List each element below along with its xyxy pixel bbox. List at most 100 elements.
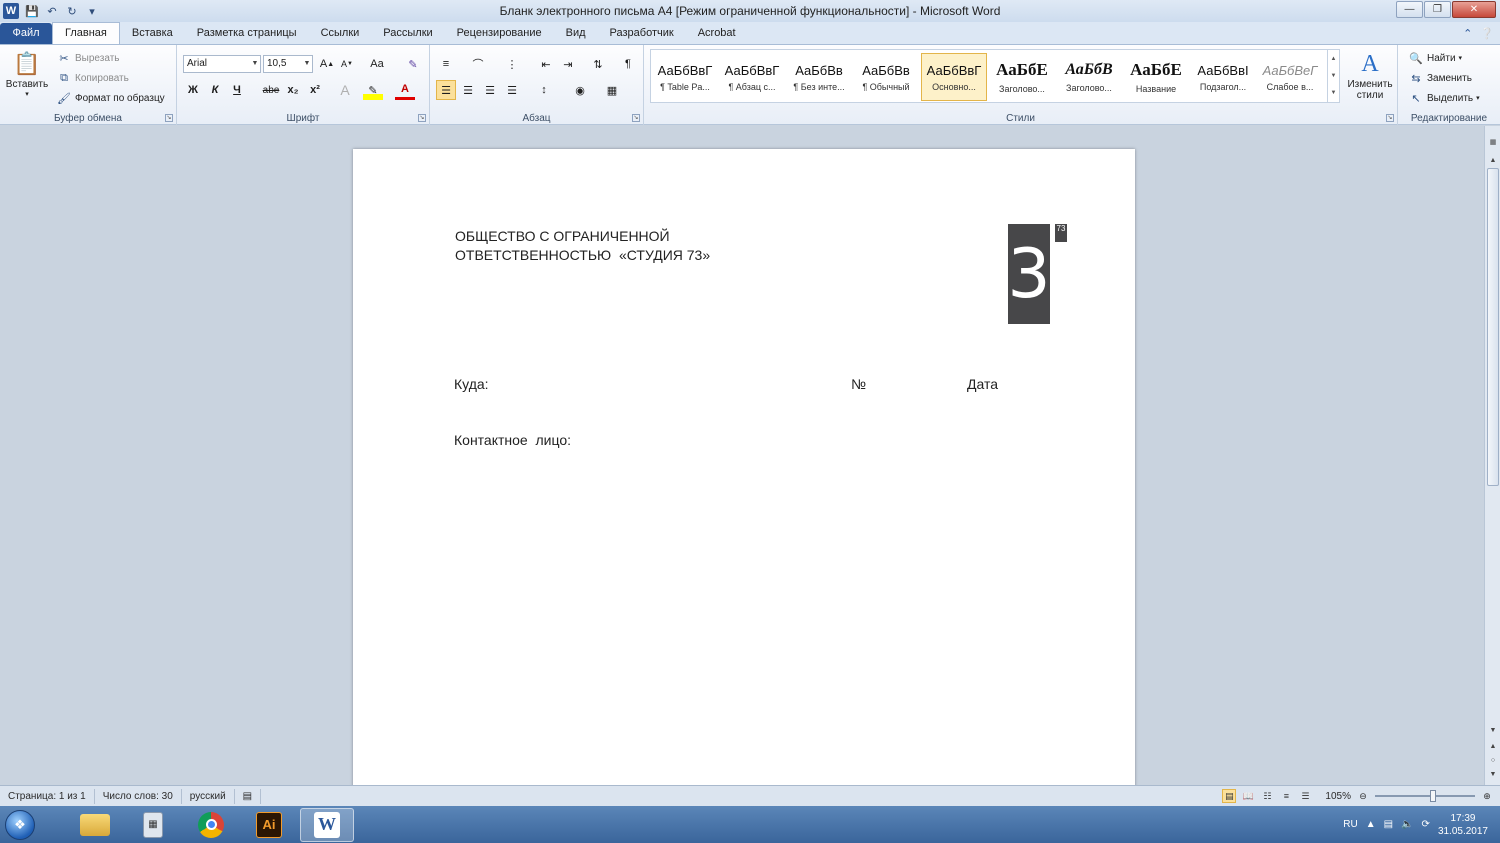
zoom-in-icon[interactable]: ⊕ — [1480, 789, 1494, 803]
style-normal[interactable]: АаБбВв ¶ Обычный — [853, 53, 919, 101]
style-no-spacing[interactable]: АаБбВв ¶ Без инте... — [786, 53, 852, 101]
styles-launcher-icon[interactable]: ↘ — [1386, 114, 1394, 122]
find-button[interactable]: 🔍 Найти ▾ — [1408, 50, 1462, 66]
style-heading-2[interactable]: АаБбВ Заголово... — [1056, 53, 1122, 101]
show-hidden-icons-icon[interactable]: ▲ — [1366, 819, 1376, 830]
document-page[interactable]: ОБЩЕСТВО С ОГРАНИЧЕННОЙ ОТВЕТСТВЕННОСТЬЮ… — [353, 149, 1135, 789]
pilcrow-icon[interactable]: ¶ — [618, 54, 638, 74]
subscript-button[interactable]: x₂ — [283, 80, 303, 100]
chevron-down-icon[interactable]: ▼ — [1331, 73, 1337, 79]
ribbon-minimize-icon[interactable]: ⌃ — [1463, 27, 1472, 40]
to-label[interactable]: Куда: — [454, 376, 489, 392]
taskbar-calculator[interactable]: ▦ — [126, 808, 180, 842]
network-icon[interactable]: ▤ — [1384, 819, 1393, 830]
strikethrough-button[interactable]: abe — [261, 80, 281, 100]
full-screen-reading-icon[interactable]: 📖 — [1241, 789, 1255, 803]
word-app-icon[interactable]: W — [3, 3, 19, 19]
clipboard-launcher-icon[interactable]: ↘ — [165, 114, 173, 122]
taskbar-word[interactable]: W — [300, 807, 354, 842]
tab-view[interactable]: Вид — [554, 23, 598, 44]
bullets-icon[interactable]: ≡ — [436, 54, 456, 74]
update-icon[interactable]: ⟳ — [1422, 819, 1430, 830]
style-subtitle[interactable]: АаБбВвІ Подзагол... — [1190, 53, 1256, 101]
zoom-slider-knob[interactable] — [1430, 790, 1436, 802]
italic-button[interactable]: К — [205, 80, 225, 100]
chevron-down-icon[interactable]: ▼ — [1487, 724, 1499, 736]
web-layout-icon[interactable]: ☷ — [1260, 789, 1274, 803]
word-count[interactable]: Число слов: 30 — [95, 788, 182, 804]
multilevel-list-icon[interactable]: ⋮ — [502, 54, 522, 74]
grow-font-button[interactable]: A ▲ — [317, 54, 337, 74]
redo-icon[interactable]: ↻ — [65, 4, 79, 18]
font-launcher-icon[interactable]: ↘ — [418, 114, 426, 122]
style-body-text[interactable]: АаБбВвГ Основно... — [921, 53, 987, 101]
clear-formatting-icon[interactable]: ✎ — [403, 54, 423, 74]
change-styles-button[interactable]: A Изменить стили — [1344, 49, 1396, 102]
line-spacing-icon[interactable]: ↕ — [534, 80, 554, 100]
underline-button[interactable]: Ч — [227, 80, 247, 100]
chevron-up-icon[interactable]: ▲ — [1487, 154, 1499, 166]
shrink-font-button[interactable]: A ▼ — [337, 54, 357, 74]
tab-references[interactable]: Ссылки — [309, 23, 372, 44]
tab-page-layout[interactable]: Разметка страницы — [185, 23, 309, 44]
more-styles-icon[interactable]: ▼ — [1331, 90, 1337, 96]
start-button[interactable]: ❖ — [0, 806, 40, 843]
company-name-line1[interactable]: ОБЩЕСТВО С ОГРАНИЧЕННОЙ — [455, 228, 670, 244]
copy-button[interactable]: ⧉ Копировать — [56, 70, 129, 86]
taskbar-illustrator[interactable]: Ai — [242, 808, 296, 842]
save-icon[interactable]: 💾 — [25, 4, 39, 18]
style-title[interactable]: АаБбЕ Название — [1123, 53, 1189, 101]
sort-icon[interactable]: ⇅ — [588, 54, 608, 74]
taskbar-explorer[interactable] — [68, 808, 122, 842]
close-button[interactable]: ✕ — [1452, 1, 1496, 18]
tab-review[interactable]: Рецензирование — [445, 23, 554, 44]
chevron-up-icon[interactable]: ▲ — [1331, 56, 1337, 62]
tab-acrobat[interactable]: Acrobat — [686, 23, 748, 44]
tab-insert[interactable]: Вставка — [120, 23, 185, 44]
macro-record-icon[interactable]: ▤ — [235, 788, 262, 804]
keyboard-language[interactable]: RU — [1343, 819, 1357, 830]
next-page-icon[interactable]: ▼ — [1487, 768, 1499, 780]
align-center-icon[interactable]: ☰ — [458, 80, 478, 100]
date-label[interactable]: Дата — [967, 376, 998, 392]
numbering-icon[interactable]: ⌒ — [468, 54, 488, 74]
increase-indent-icon[interactable]: ⇥ — [558, 54, 578, 74]
taskbar-chrome[interactable] — [184, 808, 238, 842]
select-button[interactable]: ↖ Выделить ▾ — [1408, 90, 1479, 106]
zoom-out-icon[interactable]: ⊖ — [1356, 789, 1370, 803]
text-effects-icon[interactable]: A — [335, 80, 355, 100]
decrease-indent-icon[interactable]: ⇤ — [536, 54, 556, 74]
align-right-icon[interactable]: ☰ — [480, 80, 500, 100]
vertical-scrollbar[interactable]: ▦ ▲ ▼ ▲ ○ ▼ — [1484, 126, 1500, 785]
help-icon[interactable]: ❔ — [1480, 27, 1494, 40]
font-size-combo[interactable]: 10,5 ▼ — [263, 55, 313, 73]
font-color-icon[interactable]: A — [395, 80, 415, 100]
replace-button[interactable]: ⇆ Заменить — [1408, 70, 1472, 86]
language[interactable]: русский — [182, 788, 235, 804]
previous-page-icon[interactable]: ▲ — [1487, 740, 1499, 752]
undo-icon[interactable]: ↶ — [45, 4, 59, 18]
shading-icon[interactable]: ◉ — [570, 80, 590, 100]
align-left-icon[interactable]: ☰ — [436, 80, 456, 100]
font-name-combo[interactable]: Arial ▼ — [183, 55, 261, 73]
scroll-thumb[interactable] — [1487, 168, 1499, 486]
paragraph-launcher-icon[interactable]: ↘ — [632, 114, 640, 122]
paste-button[interactable]: 📋 Вставить ▾ — [4, 49, 50, 98]
tab-developer[interactable]: Разработчик — [598, 23, 686, 44]
superscript-button[interactable]: x² — [305, 80, 325, 100]
ruler-toggle-icon[interactable]: ▦ — [1487, 136, 1499, 148]
customize-qat-icon[interactable]: ▾ — [85, 4, 99, 18]
tab-file[interactable]: Файл — [0, 23, 52, 44]
change-case-button[interactable]: Aa — [367, 54, 387, 74]
style-subtle-emphasis[interactable]: АаБбВеГ Слабое в... — [1257, 53, 1323, 101]
tab-home[interactable]: Главная — [52, 22, 120, 44]
print-layout-icon[interactable]: ▤ — [1222, 789, 1237, 803]
page-count[interactable]: Страница: 1 из 1 — [0, 788, 95, 804]
style-table-paragraph[interactable]: АаБбВвГ ¶ Table Pa... — [652, 53, 718, 101]
clock[interactable]: 17:39 31.05.2017 — [1438, 812, 1488, 838]
borders-icon[interactable]: ▦ — [602, 80, 622, 100]
format-painter-button[interactable]: 🖌 Формат по образцу — [56, 90, 165, 106]
number-label[interactable]: № — [851, 376, 866, 392]
justify-icon[interactable]: ☰ — [502, 80, 522, 100]
draft-view-icon[interactable]: ☰ — [1298, 789, 1312, 803]
